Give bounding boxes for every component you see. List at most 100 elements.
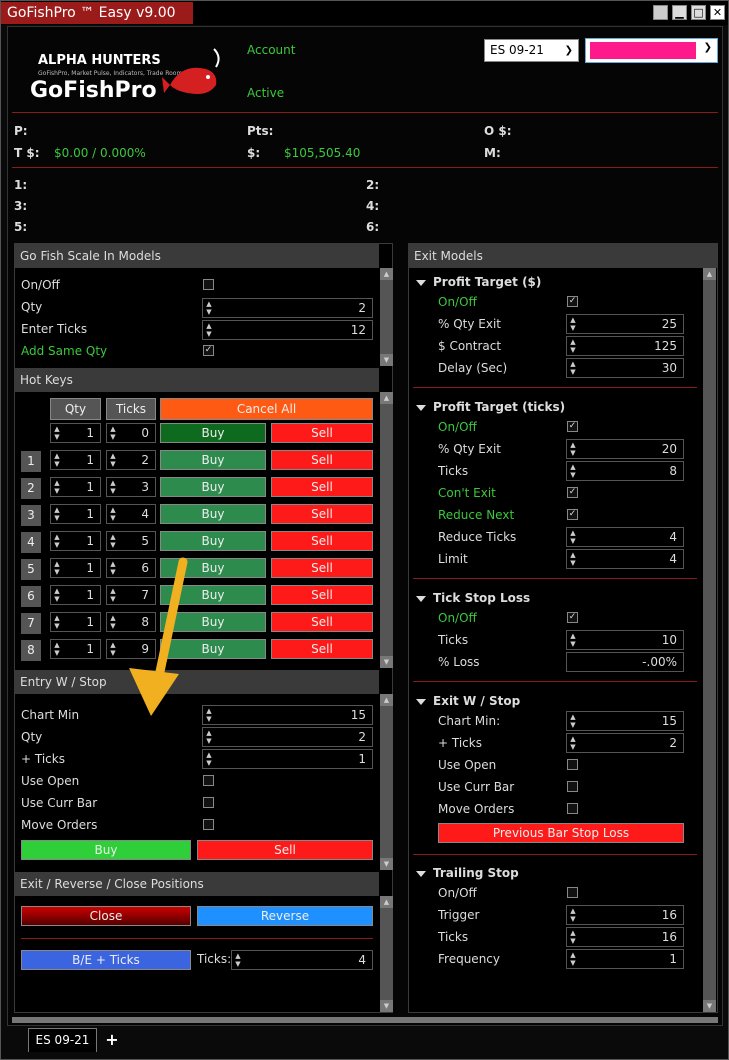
limit-spinner[interactable]: ▲ ▼ 4 [566, 549, 684, 569]
scale-in-onoff-checkbox[interactable] [203, 279, 214, 290]
profit-dollar-delay-spinner[interactable]: ▲ ▼ 30 [566, 358, 684, 378]
spinner-arrows-icon[interactable]: ▲ ▼ [205, 729, 213, 745]
hotkey-ticks-spinner[interactable]: ▲ ▼ 2 [106, 450, 156, 470]
exit-stop-plus-ticks-spinner[interactable]: ▲ ▼ 2 [566, 733, 684, 753]
hotkey-qty-spinner[interactable]: ▲ ▼ 1 [50, 531, 101, 551]
spinner-arrows-icon[interactable]: ▲ ▼ [53, 614, 61, 630]
be-ticks-spinner[interactable]: ▲ ▼ 4 [231, 950, 373, 970]
add-same-qty-checkbox[interactable]: ✓ [203, 345, 214, 356]
hotkey-sell-button[interactable]: Sell [271, 423, 373, 443]
add-tab-button[interactable]: + [101, 1030, 123, 1052]
hotkey-qty-spinner[interactable]: ▲ ▼ 1 [50, 477, 101, 497]
hotkey-buy-button[interactable]: Buy [160, 423, 266, 443]
scroll-down-icon[interactable]: ▼ [380, 1000, 393, 1012]
scroll-down-icon[interactable]: ▼ [380, 656, 393, 668]
spinner-arrows-icon[interactable]: ▲ ▼ [234, 952, 242, 968]
spinner-arrows-icon[interactable]: ▲ ▼ [569, 441, 577, 457]
hotkey-sell-button[interactable]: Sell [271, 477, 373, 497]
profit-ticks-ticks-spinner[interactable]: ▲ ▼ 8 [566, 461, 684, 481]
spinner-arrows-icon[interactable]: ▲ ▼ [53, 587, 61, 603]
profit-ticks-onoff-checkbox[interactable]: ✓ [567, 421, 578, 432]
instrument-select[interactable]: ES 09-21 ❯ [484, 39, 579, 62]
collapse-arrow-icon[interactable] [416, 871, 426, 877]
entry-qty-spinner[interactable]: ▲ ▼ 2 [202, 727, 373, 747]
scale-in-scrollbar[interactable]: ▲ ▼ [380, 268, 393, 366]
hotkey-qty-spinner[interactable]: ▲ ▼ 1 [50, 504, 101, 524]
spinner-arrows-icon[interactable]: ▲ ▼ [53, 533, 61, 549]
hotkey-sell-button[interactable]: Sell [271, 639, 373, 659]
spinner-arrows-icon[interactable]: ▲ ▼ [109, 587, 117, 603]
hotkey-qty-spinner[interactable]: ▲ ▼ 1 [50, 423, 101, 443]
entry-use-curr-bar-checkbox[interactable] [203, 797, 214, 808]
spinner-arrows-icon[interactable]: ▲ ▼ [109, 533, 117, 549]
exit-stop-use-open-checkbox[interactable] [567, 759, 578, 770]
tick-stop-ticks-spinner[interactable]: ▲ ▼ 10 [566, 630, 684, 650]
hotkey-qty-spinner[interactable]: ▲ ▼ 1 [50, 450, 101, 470]
scale-in-qty-spinner[interactable]: ▲ ▼ 2 [202, 298, 373, 318]
spinner-arrows-icon[interactable]: ▲ ▼ [53, 641, 61, 657]
entry-plus-ticks-spinner[interactable]: ▲ ▼ 1 [202, 749, 373, 769]
trailing-frequency-spinner[interactable]: ▲ ▼ 1 [566, 949, 684, 969]
hotkey-sell-button[interactable]: Sell [271, 612, 373, 632]
spinner-arrows-icon[interactable]: ▲ ▼ [109, 614, 117, 630]
spinner-arrows-icon[interactable]: ▲ ▼ [109, 641, 117, 657]
hotkey-qty-spinner[interactable]: ▲ ▼ 1 [50, 612, 101, 632]
spinner-arrows-icon[interactable]: ▲ ▼ [569, 463, 577, 479]
hotkey-buy-button[interactable]: Buy [160, 504, 266, 524]
hotkeys-scrollbar[interactable]: ▲ ▼ [380, 392, 393, 668]
spinner-arrows-icon[interactable]: ▲ ▼ [569, 929, 577, 945]
scroll-up-icon[interactable]: ▲ [380, 268, 393, 280]
hotkey-qty-spinner[interactable]: ▲ ▼ 1 [50, 558, 101, 578]
spinner-arrows-icon[interactable]: ▲ ▼ [569, 360, 577, 376]
profit-dollar-qty-exit-spinner[interactable]: ▲ ▼ 25 [566, 314, 684, 334]
reverse-position-button[interactable]: Reverse [197, 906, 373, 926]
hotkey-buy-button[interactable]: Buy [160, 450, 266, 470]
spinner-arrows-icon[interactable]: ▲ ▼ [569, 735, 577, 751]
close-position-button[interactable]: Close [21, 906, 191, 926]
spinner-arrows-icon[interactable]: ▲ ▼ [569, 951, 577, 967]
hotkey-sell-button[interactable]: Sell [271, 450, 373, 470]
exit-models-scrollbar[interactable]: ▲ ▼ [703, 268, 716, 1012]
entry-move-orders-checkbox[interactable] [203, 819, 214, 830]
scroll-down-icon[interactable]: ▼ [703, 1000, 716, 1012]
exit-stop-chart-min-spinner[interactable]: ▲ ▼ 15 [566, 711, 684, 731]
hotkey-qty-spinner[interactable]: ▲ ▼ 1 [50, 585, 101, 605]
spinner-arrows-icon[interactable]: ▲ ▼ [569, 316, 577, 332]
trailing-onoff-checkbox[interactable] [567, 887, 578, 898]
previous-bar-stop-loss-button[interactable]: Previous Bar Stop Loss [438, 823, 684, 843]
hotkey-ticks-spinner[interactable]: ▲ ▼ 3 [106, 477, 156, 497]
close-window-button[interactable]: ✕ [710, 5, 725, 20]
be-ticks-button[interactable]: B/E + Ticks [21, 950, 191, 970]
exit-reverse-scrollbar[interactable]: ▲ ▼ [380, 896, 393, 1012]
spinner-arrows-icon[interactable]: ▲ ▼ [569, 713, 577, 729]
scale-in-enter-ticks-spinner[interactable]: ▲ ▼ 12 [202, 320, 373, 340]
scroll-up-icon[interactable]: ▲ [703, 268, 716, 280]
spinner-arrows-icon[interactable]: ▲ ▼ [53, 452, 61, 468]
exit-stop-move-orders-checkbox[interactable] [567, 803, 578, 814]
profit-dollar-onoff-checkbox[interactable]: ✓ [567, 296, 578, 307]
collapse-arrow-icon[interactable] [416, 699, 426, 705]
tab-es-09-21[interactable]: ES 09-21 [28, 1028, 97, 1052]
spinner-arrows-icon[interactable]: ▲ ▼ [109, 452, 117, 468]
reduce-next-checkbox[interactable]: ✓ [567, 509, 578, 520]
horizontal-scrollbar[interactable] [12, 1017, 718, 1023]
account-select[interactable]: ❯ [585, 38, 718, 63]
reduce-ticks-spinner[interactable]: ▲ ▼ 4 [566, 527, 684, 547]
cont-exit-checkbox[interactable]: ✓ [567, 487, 578, 498]
profit-ticks-qty-exit-spinner[interactable]: ▲ ▼ 20 [566, 439, 684, 459]
title-bar[interactable]: GoFishPro ™ Easy v9.00 © ▁ □ ✕ [1, 1, 728, 43]
spinner-arrows-icon[interactable]: ▲ ▼ [205, 300, 213, 316]
entry-buy-button[interactable]: Buy [21, 840, 191, 860]
spinner-arrows-icon[interactable]: ▲ ▼ [109, 425, 117, 441]
hotkey-sell-button[interactable]: Sell [271, 585, 373, 605]
collapse-arrow-icon[interactable] [416, 280, 426, 286]
spinner-arrows-icon[interactable]: ▲ ▼ [205, 751, 213, 767]
scroll-up-icon[interactable]: ▲ [380, 694, 393, 706]
spinner-arrows-icon[interactable]: ▲ ▼ [205, 322, 213, 338]
spinner-arrows-icon[interactable]: ▲ ▼ [53, 479, 61, 495]
collapse-arrow-icon[interactable] [416, 405, 426, 411]
spinner-arrows-icon[interactable]: ▲ ▼ [569, 632, 577, 648]
spinner-arrows-icon[interactable]: ▲ ▼ [53, 506, 61, 522]
spinner-arrows-icon[interactable]: ▲ ▼ [569, 551, 577, 567]
spinner-arrows-icon[interactable]: ▲ ▼ [569, 338, 577, 354]
